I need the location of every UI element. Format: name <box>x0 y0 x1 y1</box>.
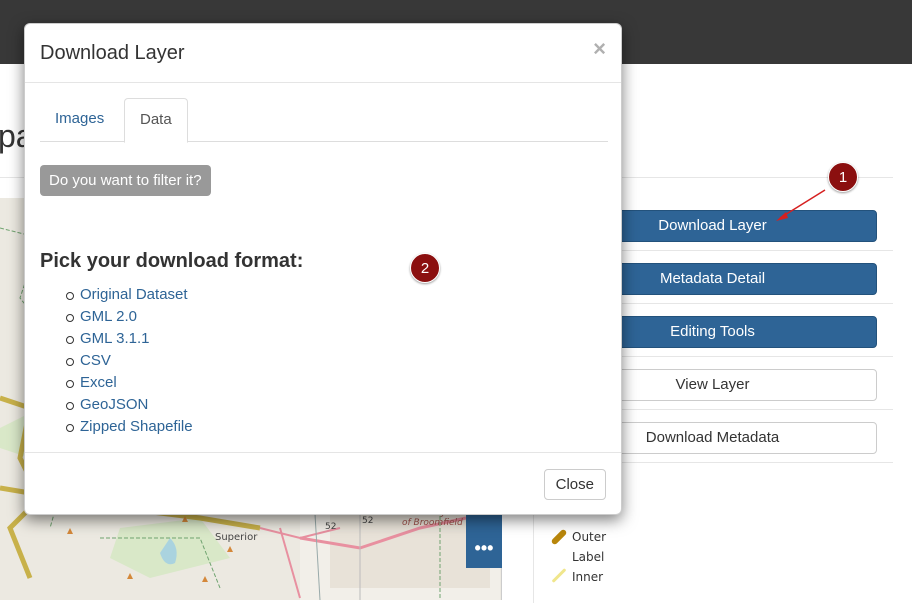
format-link-geojson[interactable]: GeoJSON <box>66 394 193 416</box>
annotation-arrow-icon <box>776 189 826 221</box>
modal-footer: Close <box>25 452 621 516</box>
close-button[interactable]: Close <box>543 469 606 500</box>
map-road-label: 52 <box>325 522 337 532</box>
format-link-csv[interactable]: CSV <box>66 350 193 372</box>
format-link-excel[interactable]: Excel <box>66 372 193 394</box>
format-heading: Pick your download format: <box>40 250 304 272</box>
outer-swatch-icon <box>550 528 568 546</box>
legend-label-outer: Outer <box>572 530 607 544</box>
legend-item-inner: Inner <box>548 568 606 588</box>
format-link-gml-2[interactable]: GML 2.0 <box>66 306 193 328</box>
map-label-county-name: of Broomfield <box>402 518 463 528</box>
legend-item-label: Label <box>548 548 606 568</box>
legend-label-inner: Inner <box>572 570 604 584</box>
annotation-badge-1: 1 <box>828 162 858 192</box>
annotation-badge-2: 2 <box>410 253 440 283</box>
tab-data[interactable]: Data <box>124 98 188 143</box>
map-more-button[interactable]: ••• <box>466 532 502 568</box>
format-list: Original Dataset GML 2.0 GML 3.1.1 CSV E… <box>66 284 193 438</box>
map-label-superior: Superior <box>215 532 258 543</box>
modal-title: Download Layer <box>40 42 185 64</box>
legend-label-label: Label <box>572 550 605 564</box>
map-legend: Outer Label Inner <box>548 528 606 588</box>
close-icon[interactable]: × <box>593 36 606 62</box>
format-link-gml-3[interactable]: GML 3.1.1 <box>66 328 193 350</box>
map-road-label: 52 <box>362 516 374 526</box>
modal-header: Download Layer × <box>25 24 621 83</box>
format-link-original-dataset[interactable]: Original Dataset <box>66 284 193 306</box>
tab-images[interactable]: Images <box>40 98 119 142</box>
download-layer-modal: Download Layer × Images Data Do you want… <box>24 23 622 515</box>
modal-tabs: Images Data <box>40 98 608 143</box>
filter-button[interactable]: Do you want to filter it? <box>40 165 211 196</box>
legend-item-outer: Outer <box>548 528 606 548</box>
format-link-zipped-shapefile[interactable]: Zipped Shapefile <box>66 416 193 438</box>
inner-swatch-icon <box>551 568 567 583</box>
